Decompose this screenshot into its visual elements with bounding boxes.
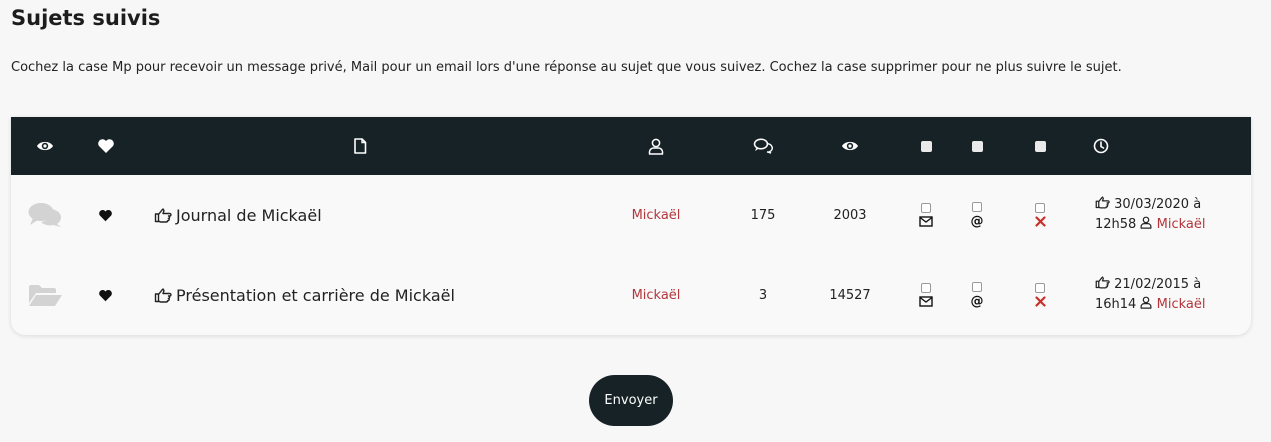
last-post-time: 12h58 [1095,217,1137,232]
comments-icon [25,175,65,255]
close-icon [1034,296,1046,307]
followed-topics-table: Journal de Mickaël Mickaël 175 2003 @ 30… [11,117,1251,335]
mp-checkbox[interactable] [921,203,931,213]
replies-count: 175 [750,207,776,223]
user-icon [1140,216,1152,235]
mail-option: @ [965,175,989,255]
last-post-user-link[interactable]: Mickaël [1157,217,1206,232]
replies-count: 3 [758,287,768,303]
mp-option [914,255,938,335]
last-post-date: 21/02/2015 à [1114,277,1202,292]
table-row: Journal de Mickaël Mickaël 175 2003 @ 30… [11,175,1251,255]
last-post-user-link[interactable]: Mickaël [1157,297,1206,312]
heart-icon[interactable] [95,255,115,335]
delete-option [1028,175,1052,255]
last-post: 30/03/2020 à 12h58 Mickaël [1095,175,1245,255]
topic-link[interactable]: Présentation et carrière de Mickaël [154,255,574,335]
views-count: 14527 [829,287,871,303]
mp-checkbox[interactable] [921,283,931,293]
comments-icon [747,117,779,175]
views-count: 2003 [833,207,867,223]
envelope-icon [919,216,933,227]
folder-open-icon [25,255,65,335]
hand-pointer-icon [154,287,176,303]
clock-icon [1085,117,1117,175]
hand-pointer-icon [154,207,176,223]
topic-link[interactable]: Journal de Mickaël [154,175,574,255]
author-link[interactable]: Mickaël [616,255,696,335]
table-header [11,117,1251,175]
last-post-date: 30/03/2020 à [1114,197,1202,212]
eye-icon [29,117,61,175]
table-row: Présentation et carrière de Mickaël Mick… [11,255,1251,335]
intro-text: Cochez la case Mp pour recevoir un messa… [11,60,1122,75]
at-icon: @ [970,293,984,309]
hand-pointer-icon [1095,196,1110,215]
topic-title: Journal de Mickaël [176,205,322,225]
user-icon [640,117,672,175]
at-icon: @ [970,213,984,229]
square-icon [914,117,938,175]
last-post-time: 16h14 [1095,297,1137,312]
last-post: 21/02/2015 à 16h14 Mickaël [1095,255,1245,335]
file-icon [344,117,376,175]
user-icon [1140,296,1152,315]
mail-checkbox[interactable] [972,201,982,212]
page-title: Sujets suivis [11,6,161,30]
mail-checkbox[interactable] [972,281,982,292]
mail-option: @ [965,255,989,335]
delete-checkbox[interactable] [1035,203,1045,213]
square-icon [1028,117,1052,175]
envelope-icon [919,296,933,307]
heart-icon [90,117,122,175]
mp-option [914,175,938,255]
hand-pointer-icon [1095,276,1110,295]
delete-option [1028,255,1052,335]
delete-checkbox[interactable] [1035,283,1045,293]
eye-icon [834,117,866,175]
heart-icon[interactable] [95,175,115,255]
author-link[interactable]: Mickaël [616,175,696,255]
submit-button[interactable]: Envoyer [589,375,673,426]
topic-title: Présentation et carrière de Mickaël [176,285,455,305]
close-icon [1034,216,1046,227]
square-icon [965,117,989,175]
